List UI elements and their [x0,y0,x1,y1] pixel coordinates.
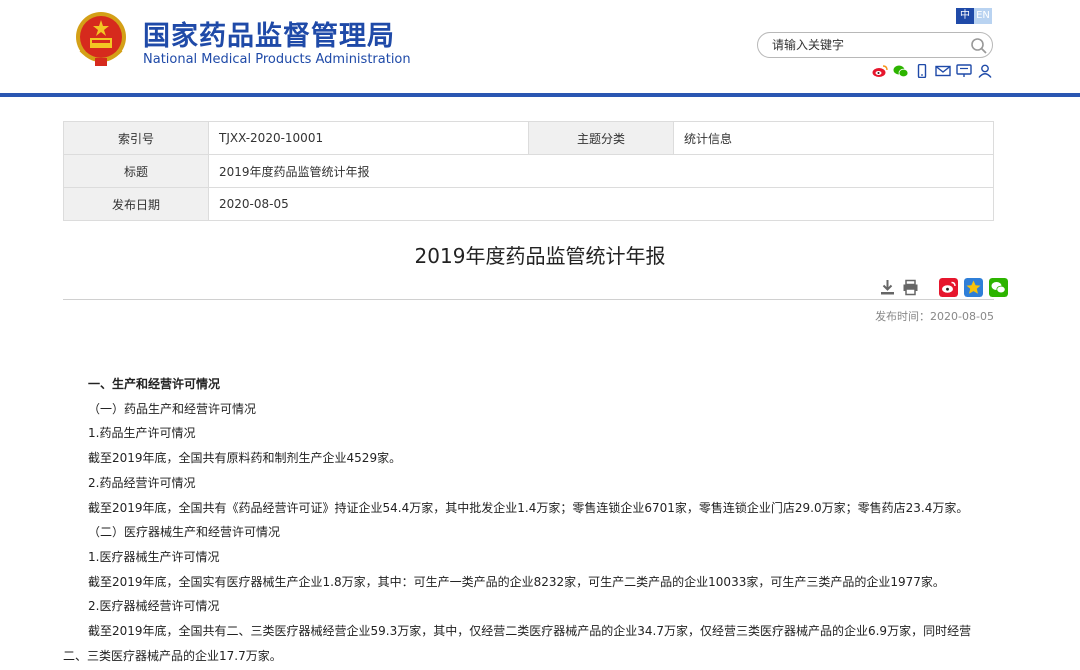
date-label: 发布日期 [63,187,209,221]
section-heading: 一、生产和经营许可情况 [88,377,221,391]
article-tools [879,278,1008,297]
subsection-heading: （二）医疗器械生产和经营许可情况 [88,525,281,540]
lang-english-button[interactable]: EN [974,8,992,24]
date-value: 2020-08-05 [208,187,994,221]
header-divider-bar [0,93,1080,97]
title-value: 2019年度药品监管统计年报 [208,154,994,188]
item-heading: 2.医疗器械经营许可情况 [88,599,220,614]
index-value: TJXX-2020-10001 [208,121,529,155]
title-label: 标题 [63,154,209,188]
search-input[interactable] [772,37,962,53]
wechat-icon[interactable] [893,64,909,78]
paragraph: 截至2019年底，全国共有《药品经营许可证》持证企业54.4万家，其中批发企业1… [88,500,969,515]
index-label: 索引号 [63,121,209,155]
item-heading: 2.药品经营许可情况 [88,475,196,490]
search-box [757,32,993,58]
site-title[interactable]: 国家药品监督管理局 [143,14,395,53]
email-icon[interactable] [935,64,951,78]
social-links [872,64,993,78]
title-divider [63,299,994,300]
paragraph: 截至2019年底，全国共有二、三类医疗器械经营企业59.3万家，其中，仅经营二类… [63,624,972,663]
subsection-heading: （一）药品生产和经营许可情况 [88,401,257,416]
publish-time: 发布时间：2020-08-05 [875,310,994,323]
table-row: 索引号 TJXX-2020-10001 主题分类 统计信息 [63,121,994,155]
article-title: 2019年度药品监管统计年报 [414,244,666,268]
share-wechat-icon[interactable] [989,278,1008,297]
item-heading: 1.药品生产许可情况 [88,426,196,441]
article-content: 一、生产和经营许可情况 （一）药品生产和经营许可情况 1.药品生产许可情况 截至… [63,372,994,668]
category-value: 统计信息 [673,121,994,155]
paragraph: 截至2019年底，全国实有医疗器械生产企业1.8万家，其中：可生产一类产品的企业… [88,574,945,589]
mobile-icon[interactable] [914,64,930,78]
item-heading: 1.医疗器械生产许可情况 [88,549,220,564]
print-icon[interactable] [902,279,919,296]
article-info-table: 索引号 TJXX-2020-10001 主题分类 统计信息 标题 2019年度药… [63,121,994,221]
category-label: 主题分类 [528,121,674,155]
paragraph: 截至2019年底，全国共有原料药和制剂生产企业4529家。 [88,451,402,466]
download-icon[interactable] [879,279,896,296]
table-row: 标题 2019年度药品监管统计年报 [63,154,994,188]
share-qzone-icon[interactable] [964,278,983,297]
user-icon[interactable] [977,64,993,78]
weibo-icon[interactable] [872,64,888,78]
message-icon[interactable] [956,64,972,78]
language-switch: 中 EN [956,8,992,24]
table-row: 发布日期 2020-08-05 [63,187,994,221]
site-header: 国家药品监督管理局 National Medical Products Admi… [0,0,1080,95]
national-emblem-icon [76,12,126,66]
lang-chinese-button[interactable]: 中 [956,8,974,24]
search-icon[interactable] [970,37,988,55]
site-subtitle[interactable]: National Medical Products Administration [143,52,411,67]
share-weibo-icon[interactable] [939,278,958,297]
